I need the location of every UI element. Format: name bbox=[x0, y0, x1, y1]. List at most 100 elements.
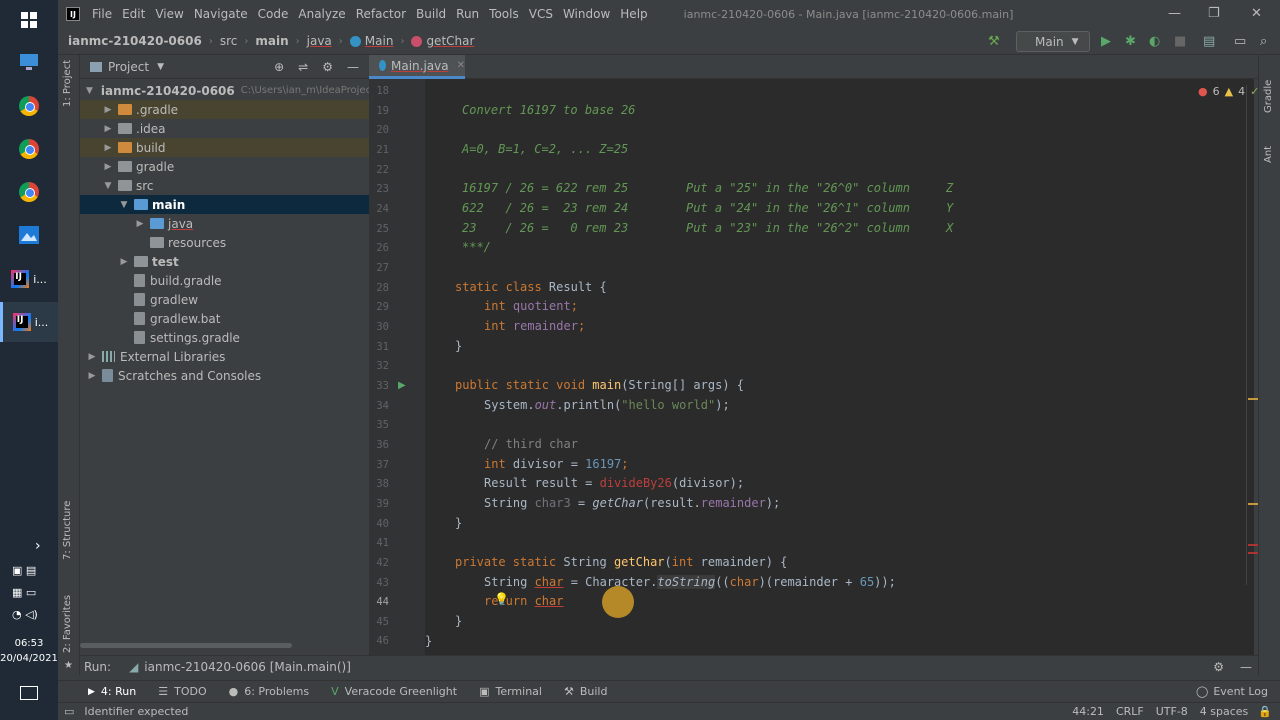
run-gutter-icon[interactable]: ▶ bbox=[398, 380, 406, 391]
tree-item-gradlew-bat[interactable]: gradlew.bat bbox=[80, 309, 369, 328]
gradle-tool-button[interactable]: Gradle bbox=[1263, 80, 1274, 113]
run-icon[interactable]: ▶ bbox=[1101, 34, 1111, 49]
gear-icon[interactable]: ⚙ bbox=[322, 60, 333, 74]
debug-icon[interactable]: ✱ bbox=[1125, 34, 1136, 49]
code-line-39: String char3 = getChar(result.remainder)… bbox=[484, 496, 781, 510]
menu-analyze[interactable]: Analyze bbox=[298, 7, 345, 21]
intellij-taskbar-button[interactable]: IJ i... bbox=[0, 302, 58, 342]
maximize-icon[interactable]: ❐ bbox=[1208, 6, 1220, 21]
intellij-taskbar-button[interactable]: IJ i... bbox=[0, 259, 58, 299]
coverage-icon[interactable]: ◐ bbox=[1149, 34, 1160, 49]
status-panel-icon[interactable]: ▭ bbox=[64, 705, 74, 718]
line-separator[interactable]: CRLF bbox=[1116, 705, 1144, 718]
code-editor[interactable]: Convert 16197 to base 26 A=0, B=1, C=2, … bbox=[425, 79, 1254, 655]
tree-item-src[interactable]: ▼ src bbox=[80, 176, 369, 195]
ant-tool-button[interactable]: Ant bbox=[1263, 146, 1274, 163]
menu-run[interactable]: Run bbox=[456, 7, 479, 21]
run-configuration-select[interactable]: Main ▼ bbox=[1016, 31, 1090, 52]
horizontal-scrollbar[interactable] bbox=[80, 643, 292, 648]
photos-icon[interactable] bbox=[0, 215, 58, 255]
tree-item-idea[interactable]: ▶ .idea bbox=[80, 119, 369, 138]
hammer-icon[interactable]: ⚒ bbox=[988, 34, 1000, 49]
chevron-down-icon[interactable]: ▼ bbox=[157, 62, 164, 72]
breadcrumb-main[interactable]: main bbox=[255, 34, 288, 48]
chrome-icon[interactable] bbox=[0, 172, 58, 212]
chrome-icon[interactable] bbox=[0, 129, 58, 169]
project-tool-button[interactable]: 1: Project bbox=[62, 60, 73, 107]
event-log-button[interactable]: ◯ Event Log bbox=[1196, 685, 1268, 698]
favorites-tool-button[interactable]: 2: Favorites bbox=[62, 595, 73, 653]
chevron-right-icon[interactable]: › bbox=[35, 538, 41, 554]
vertical-scrollbar[interactable] bbox=[1246, 85, 1253, 585]
chevron-right-icon: ▶ bbox=[104, 123, 112, 134]
stop-icon[interactable]: ■ bbox=[1174, 34, 1186, 49]
minimize-icon[interactable]: — bbox=[1168, 6, 1181, 21]
tool-problems-button[interactable]: ● 6: Problems bbox=[229, 685, 310, 698]
menu-file[interactable]: File bbox=[92, 7, 112, 21]
system-clock[interactable]: 06:53 20/04/2021 bbox=[0, 636, 58, 666]
tree-item-test[interactable]: ▶ test bbox=[80, 252, 369, 271]
warning-marker[interactable] bbox=[1248, 503, 1258, 505]
lightbulb-icon[interactable]: 💡 bbox=[494, 592, 509, 606]
tree-item-main[interactable]: ▼ main bbox=[80, 195, 369, 214]
project-structure-icon[interactable]: ▤ bbox=[1203, 34, 1215, 49]
windows-start-icon[interactable] bbox=[0, 0, 58, 40]
library-icon bbox=[102, 351, 115, 362]
menu-view[interactable]: View bbox=[155, 7, 183, 21]
remote-desktop-icon[interactable] bbox=[0, 42, 58, 82]
hide-icon[interactable]: — bbox=[1240, 660, 1252, 674]
indent-setting[interactable]: 4 spaces bbox=[1200, 705, 1249, 718]
tool-run-button[interactable]: ▶ 4: Run bbox=[88, 685, 136, 698]
search-icon[interactable]: ⌕ bbox=[1260, 34, 1267, 49]
menu-refactor[interactable]: Refactor bbox=[356, 7, 406, 21]
menu-tools[interactable]: Tools bbox=[489, 7, 519, 21]
close-tab-icon[interactable]: ✕ bbox=[457, 60, 465, 71]
gear-icon[interactable]: ⚙ bbox=[1213, 660, 1224, 674]
error-marker[interactable] bbox=[1248, 552, 1258, 554]
breadcrumb-getchar[interactable]: getChar bbox=[426, 34, 474, 48]
tree-item-gradlew[interactable]: gradlew bbox=[80, 290, 369, 309]
tool-build-button[interactable]: ⚒ Build bbox=[564, 685, 608, 698]
tree-item-gradle[interactable]: ▶ gradle bbox=[80, 157, 369, 176]
close-icon[interactable]: ✕ bbox=[1251, 6, 1262, 21]
collapse-icon[interactable]: ⇌ bbox=[298, 60, 308, 74]
locate-icon[interactable]: ⊕ bbox=[274, 60, 284, 74]
menu-help[interactable]: Help bbox=[620, 7, 647, 21]
menu-edit[interactable]: Edit bbox=[122, 7, 145, 21]
menu-code[interactable]: Code bbox=[258, 7, 289, 21]
breadcrumb-src[interactable]: src bbox=[220, 34, 238, 48]
error-marker[interactable] bbox=[1248, 544, 1258, 546]
tab-main-java[interactable]: Main.java ✕ bbox=[369, 55, 465, 79]
hide-icon[interactable]: — bbox=[347, 60, 359, 74]
tool-terminal-button[interactable]: ▣ Terminal bbox=[479, 685, 542, 698]
tree-item-settings-gradle[interactable]: settings.gradle bbox=[80, 328, 369, 347]
breadcrumb-main-class[interactable]: Main bbox=[365, 34, 394, 48]
tree-item-resources[interactable]: resources bbox=[80, 233, 369, 252]
menu-navigate[interactable]: Navigate bbox=[194, 7, 248, 21]
breadcrumb-project[interactable]: ianmc-210420-0606 bbox=[68, 34, 202, 48]
caret-position[interactable]: 44:21 bbox=[1072, 705, 1104, 718]
project-view-selector[interactable]: Project bbox=[108, 60, 149, 74]
tool-veracode-button[interactable]: V Veracode Greenlight bbox=[331, 685, 457, 698]
lock-icon[interactable]: 🔒 bbox=[1258, 705, 1272, 718]
tree-item-root[interactable]: ▼ ianmc-210420-0606 C:\Users\ian_m\IdeaP… bbox=[80, 81, 380, 100]
file-encoding[interactable]: UTF-8 bbox=[1156, 705, 1188, 718]
tree-item-build-gradle[interactable]: build.gradle bbox=[80, 271, 369, 290]
chrome-icon[interactable] bbox=[0, 86, 58, 126]
menu-vcs[interactable]: VCS bbox=[529, 7, 553, 21]
tool-todo-button[interactable]: ☰ TODO bbox=[158, 685, 206, 698]
breadcrumb-java[interactable]: java bbox=[307, 34, 332, 48]
system-tray-icons[interactable]: ▣ ▤ ▦ ▭ ◔ ◁) bbox=[12, 560, 52, 626]
run-tab[interactable]: ianmc-210420-0606 [Main.main()] bbox=[144, 660, 351, 674]
warning-marker[interactable] bbox=[1248, 398, 1258, 400]
menu-window[interactable]: Window bbox=[563, 7, 610, 21]
layout-icon[interactable]: ▭ bbox=[1234, 34, 1246, 49]
tree-item-java[interactable]: ▶ java bbox=[80, 214, 369, 233]
notification-icon[interactable] bbox=[20, 686, 38, 700]
tree-item-build[interactable]: ▶ build bbox=[80, 138, 369, 157]
tree-item-gradle-dir[interactable]: ▶ .gradle bbox=[80, 100, 369, 119]
tree-item-scratches[interactable]: ▶ Scratches and Consoles bbox=[80, 366, 369, 385]
tree-item-external-libraries[interactable]: ▶ External Libraries bbox=[80, 347, 369, 366]
menu-build[interactable]: Build bbox=[416, 7, 446, 21]
structure-tool-button[interactable]: 7: Structure bbox=[62, 501, 73, 560]
